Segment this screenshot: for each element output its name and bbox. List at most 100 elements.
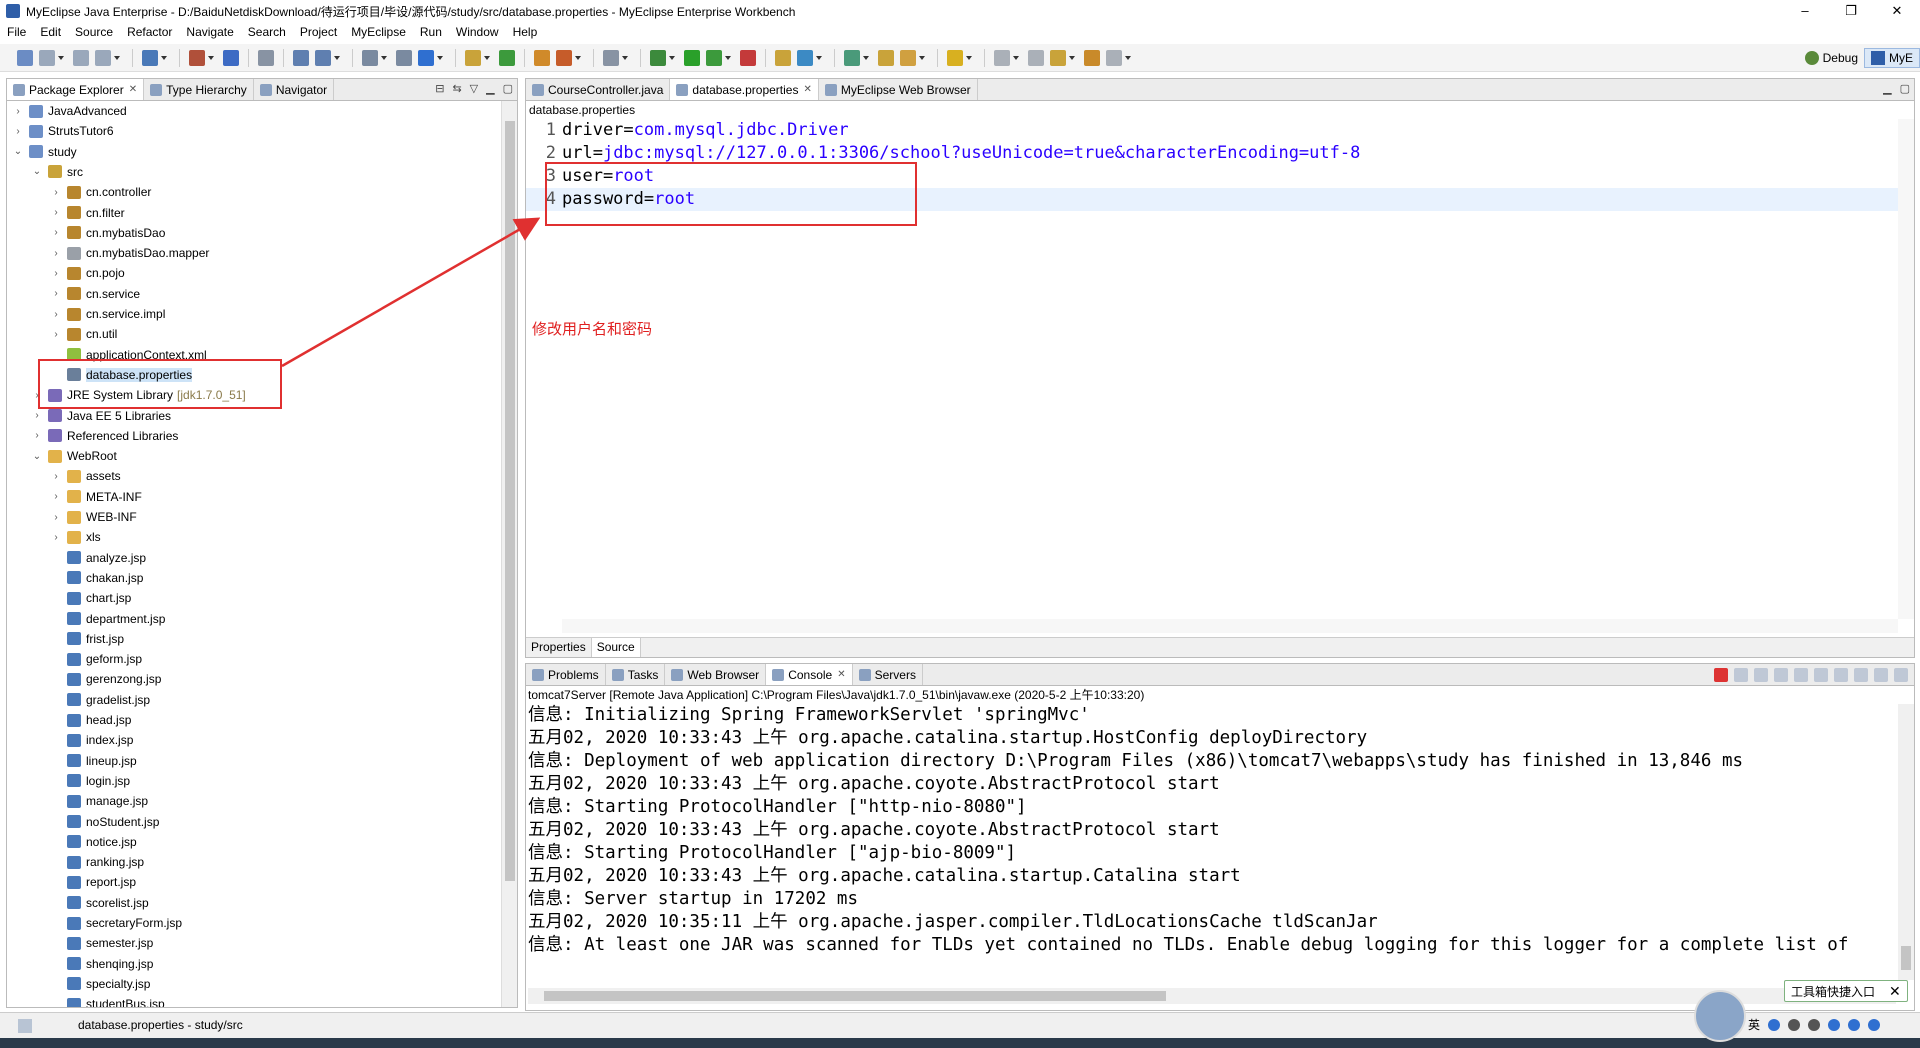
toolbar-button-icon[interactable] [556, 49, 572, 66]
console-tab-tasks[interactable]: Tasks [606, 664, 666, 685]
dropdown-arrow-icon[interactable] [919, 55, 925, 60]
editor-tab-database-properties[interactable]: database.properties ✕ [670, 79, 819, 100]
link-editor-icon[interactable]: ⇆ [452, 82, 461, 95]
tree-item[interactable]: › cn.filter [51, 203, 124, 223]
tree-item[interactable]: department.jsp [51, 609, 165, 629]
tree-item[interactable]: › Referenced Libraries [32, 426, 178, 446]
tree-item[interactable]: › assets [51, 466, 120, 486]
dropdown-arrow-icon[interactable] [622, 55, 628, 60]
expand-arrow-icon[interactable]: › [51, 532, 61, 543]
console-tab-servers[interactable]: Servers [853, 664, 923, 685]
toolbar-button-icon[interactable] [844, 49, 860, 66]
editor-vertical-scrollbar[interactable] [1898, 119, 1914, 619]
toolbar-button-icon[interactable] [534, 49, 550, 66]
toolbar-button-icon[interactable] [740, 49, 756, 66]
tree-item[interactable]: studentBus.jsp [51, 994, 165, 1007]
dropdown-arrow-icon[interactable] [816, 55, 822, 60]
expand-arrow-icon[interactable]: › [51, 491, 61, 502]
toolbar-button-icon[interactable] [797, 49, 813, 66]
collapse-arrow-icon[interactable]: ⌄ [13, 146, 23, 157]
expand-arrow-icon[interactable]: › [13, 106, 23, 117]
menu-window[interactable]: Window [449, 25, 506, 39]
toolbar-button-icon[interactable] [603, 49, 619, 66]
toolbar-button-icon[interactable] [1028, 49, 1044, 66]
toolbar-button-icon[interactable] [878, 49, 894, 66]
tree-item[interactable]: › cn.util [51, 324, 117, 344]
menu-navigate[interactable]: Navigate [179, 25, 240, 39]
maximize-view-icon[interactable]: ▢ [503, 82, 513, 95]
toolbar-button-icon[interactable] [684, 49, 700, 66]
dropdown-arrow-icon[interactable] [1069, 55, 1075, 60]
tree-item[interactable]: › cn.service.impl [51, 304, 165, 324]
tree-item[interactable]: gradelist.jsp [51, 690, 150, 710]
dropdown-arrow-icon[interactable] [161, 55, 167, 60]
tree-item[interactable]: › cn.controller [51, 182, 151, 202]
tree-item[interactable]: › cn.mybatisDao.mapper [51, 243, 209, 263]
close-tab-icon[interactable]: ✕ [803, 84, 811, 95]
tree-item[interactable]: analyze.jsp [51, 548, 146, 568]
tree-item[interactable]: ⌄ WebRoot [32, 446, 117, 466]
collapse-arrow-icon[interactable]: ⌄ [32, 166, 42, 177]
tree-item[interactable]: geform.jsp [51, 649, 142, 669]
dropdown-arrow-icon[interactable] [381, 55, 387, 60]
tree-item[interactable]: noStudent.jsp [51, 812, 159, 832]
menu-run[interactable]: Run [413, 25, 449, 39]
pin-console-icon[interactable] [1854, 668, 1868, 682]
tree-item[interactable]: lineup.jsp [51, 751, 137, 771]
scrollbar-thumb[interactable] [544, 991, 1166, 1001]
menu-refactor[interactable]: Refactor [120, 25, 179, 39]
ime-indicator[interactable]: 英 [1748, 1016, 1760, 1033]
toolbar-button-icon[interactable] [1084, 49, 1100, 66]
close-icon[interactable]: ✕ [1889, 983, 1901, 1000]
tree-item[interactable]: scorelist.jsp [51, 893, 149, 913]
toolbar-button-icon[interactable] [223, 49, 239, 66]
toolbar-button-icon[interactable] [142, 49, 158, 66]
left-tab-type-hierarchy[interactable]: Type Hierarchy [144, 79, 254, 100]
toolbar-button-icon[interactable] [499, 49, 515, 66]
toolbar-button-icon[interactable] [1106, 49, 1122, 66]
editor-horizontal-scrollbar[interactable] [562, 619, 1898, 633]
keyboard-icon[interactable] [1808, 1018, 1821, 1031]
show-on-output-icon[interactable] [1834, 668, 1848, 682]
expand-arrow-icon[interactable]: › [51, 309, 61, 320]
tree-item[interactable]: manage.jsp [51, 791, 148, 811]
toolbar-button-icon[interactable] [396, 49, 412, 66]
tree-item[interactable]: chart.jsp [51, 588, 131, 608]
expand-arrow-icon[interactable]: › [51, 207, 61, 218]
tree-item[interactable]: shenqing.jsp [51, 954, 153, 974]
dropdown-arrow-icon[interactable] [58, 55, 64, 60]
editor-tab-myeclipse-web-browser[interactable]: MyEclipse Web Browser [819, 79, 978, 100]
view-menu-icon[interactable]: ▽ [470, 82, 478, 95]
tree-item[interactable]: › cn.mybatisDao [51, 223, 165, 243]
tree-item[interactable]: specialty.jsp [51, 974, 150, 994]
dropdown-arrow-icon[interactable] [725, 55, 731, 60]
tree-item[interactable]: › StrutsTutor6 [13, 121, 113, 141]
tree-item[interactable]: head.jsp [51, 710, 131, 730]
toolbar-button-icon[interactable] [900, 49, 916, 66]
left-tab-package-explorer[interactable]: Package Explorer ✕ [7, 79, 145, 100]
mic-icon[interactable] [1788, 1018, 1801, 1031]
toolbar-button-icon[interactable] [706, 49, 722, 66]
menu-myeclipse[interactable]: MyEclipse [344, 25, 413, 39]
shirt-icon[interactable] [1848, 1018, 1861, 1031]
tree-item[interactable]: ranking.jsp [51, 852, 144, 872]
tree-item[interactable]: secretaryForm.jsp [51, 913, 182, 933]
tree-item[interactable]: ⌄ study [13, 142, 77, 162]
editor-bottom-tab-properties[interactable]: Properties [526, 638, 592, 657]
remove-launch-icon[interactable] [1734, 668, 1748, 682]
toolbar-button-icon[interactable] [315, 49, 331, 66]
console-tab-problems[interactable]: Problems [526, 664, 606, 685]
dropdown-arrow-icon[interactable] [863, 55, 869, 60]
close-icon[interactable]: ✕ [1874, 0, 1920, 22]
menu-project[interactable]: Project [293, 25, 344, 39]
toolbar-button-icon[interactable] [73, 49, 89, 66]
dropdown-arrow-icon[interactable] [114, 55, 120, 60]
tree-item[interactable]: notice.jsp [51, 832, 137, 852]
minimize-editor-icon[interactable]: ▁ [1883, 82, 1891, 95]
toolbar-button-icon[interactable] [189, 49, 205, 66]
toolbar-button-icon[interactable] [947, 49, 963, 66]
toolbar-button-icon[interactable] [293, 49, 309, 66]
dropdown-arrow-icon[interactable] [1125, 55, 1131, 60]
tree-item[interactable]: › JavaAdvanced [13, 101, 126, 121]
toolbar-button-icon[interactable] [362, 49, 378, 66]
